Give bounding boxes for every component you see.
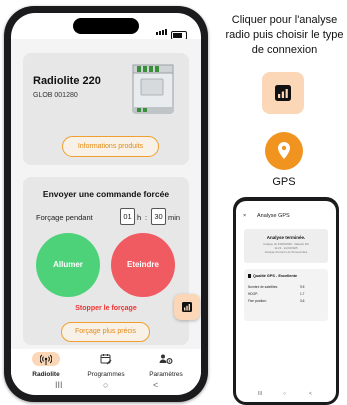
minutes-unit: min — [168, 213, 181, 222]
bottom-navigation: Radiolite Programmes Paramètres — [11, 349, 201, 383]
nav-label-parametres: Paramètres — [149, 371, 183, 378]
signal-chart-icon — [182, 302, 192, 312]
calendar-edit-icon — [100, 354, 112, 365]
nav-item-programmes[interactable]: Programmes — [76, 351, 136, 378]
gps-phone: × Analyse GPS Analyse terminée. Analyse … — [233, 197, 339, 405]
main-phone-screen: Radiolite 220 GLOB 001280 Informations p… — [11, 13, 201, 395]
forcage-label: Forçage pendant — [36, 213, 93, 222]
radio-analysis-tile[interactable] — [262, 72, 304, 114]
gps-quality-card: Qualité GPS - Excellente Nombre de satel… — [244, 269, 328, 321]
nav-label-radiolite: Radiolite — [32, 371, 60, 378]
location-pin-icon — [278, 142, 290, 159]
forced-command-title: Envoyer une commande forcée — [42, 189, 170, 199]
device-name: Radiolite 220 — [33, 75, 101, 87]
system-nav-bar: III ○ < — [11, 380, 201, 395]
metric-row: Nombre de satellites: 9.5 — [248, 285, 324, 289]
signal-chart-icon — [248, 274, 251, 278]
stop-forcing-link[interactable]: Stopper le forçage — [23, 305, 189, 312]
minutes-input[interactable]: 30 — [151, 208, 166, 225]
metric-label: Fixe position: — [248, 299, 267, 303]
main-content: Radiolite 220 GLOB 001280 Informations p… — [11, 39, 201, 349]
dynamic-island — [73, 18, 139, 34]
back-button[interactable]: < — [153, 380, 158, 390]
metric-label: Nombre de satellites: — [248, 285, 278, 289]
turn-on-button[interactable]: Allumer — [36, 233, 100, 297]
instruction-text: Cliquer pour l'analyse radio puis choisi… — [225, 14, 344, 56]
metric-row: Fixe position: 3.6 — [248, 299, 324, 303]
time-separator: : — [145, 213, 148, 222]
device-id: GLOB 001280 — [33, 92, 78, 99]
close-icon[interactable]: × — [243, 213, 246, 219]
gps-phone-screen: × Analyse GPS Analyse terminée. Analyse … — [236, 201, 336, 402]
gps-button[interactable] — [265, 132, 303, 170]
analysis-result-title: Analyse terminée. — [266, 235, 306, 240]
signal-icon — [156, 22, 168, 40]
precise-forcing-button[interactable]: Forçage plus précis — [61, 322, 150, 342]
metric-label: HDOP: — [248, 292, 259, 296]
gps-label: GPS — [272, 176, 296, 188]
hours-unit: h — [137, 213, 142, 222]
nav-item-radiolite[interactable]: Radiolite — [16, 351, 76, 378]
turn-off-button[interactable]: Eteindre — [111, 233, 175, 297]
gps-quality-title: Qualité GPS - Excellente — [253, 274, 298, 278]
gps-system-nav-bar: III ○ < — [236, 391, 336, 399]
recent-apps-button[interactable]: III — [258, 391, 262, 397]
antenna-icon — [40, 354, 52, 365]
forced-command-card: Envoyer une commande forcée Forçage pend… — [23, 177, 189, 345]
main-phone: Radiolite 220 GLOB 001280 Informations p… — [4, 6, 208, 402]
metric-value: 1.7 — [300, 292, 305, 296]
device-card: Radiolite 220 GLOB 001280 Informations p… — [23, 53, 189, 165]
device-image-icon — [132, 64, 174, 114]
nav-item-parametres[interactable]: Paramètres — [136, 351, 196, 378]
radio-analysis-button[interactable] — [174, 294, 200, 320]
status-bar — [11, 13, 201, 40]
metric-value: 3.6 — [300, 299, 305, 303]
hours-input[interactable]: 01 — [120, 208, 135, 225]
status-icons — [156, 22, 187, 40]
home-button[interactable]: ○ — [103, 380, 108, 390]
metric-row: HDOP: 1.7 — [248, 292, 324, 296]
recent-apps-button[interactable]: III — [55, 380, 63, 390]
nav-label-programmes: Programmes — [87, 371, 125, 378]
signal-chart-icon — [275, 85, 291, 101]
analysis-detail-line: Analyse d'environ de 50 secondes — [264, 250, 308, 254]
people-settings-icon — [159, 354, 173, 365]
back-button[interactable]: < — [309, 391, 312, 397]
metric-value: 9.5 — [300, 285, 305, 289]
product-info-button[interactable]: Informations produits — [62, 136, 159, 157]
analysis-result-card: Analyse terminée. Analyse du 23/06/2025 … — [244, 229, 328, 263]
gps-header-title: Analyse GPS — [257, 213, 290, 219]
home-button[interactable]: ○ — [283, 391, 286, 397]
